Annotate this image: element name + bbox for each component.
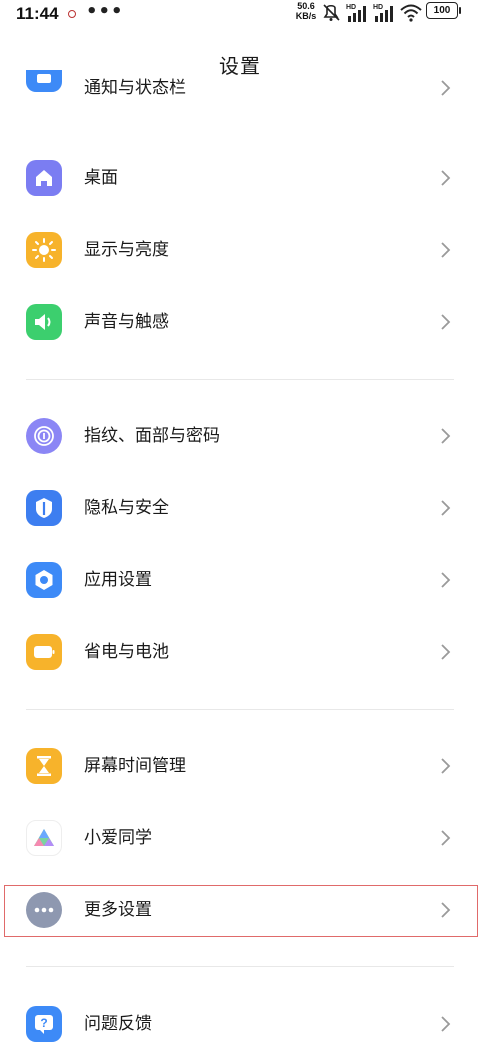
sun-icon [26, 232, 62, 268]
chevron-right-icon [441, 500, 451, 516]
settings-item-label: 桌面 [84, 168, 118, 188]
settings-item-label: 指纹、面部与密码 [84, 426, 220, 446]
status-time: 11:44 [16, 4, 59, 23]
chevron-right-icon [441, 242, 451, 258]
settings-item-label: 屏幕时间管理 [84, 756, 186, 776]
chevron-right-icon [441, 428, 451, 444]
hexagon-gear-icon [26, 562, 62, 598]
chevron-right-icon [441, 644, 451, 660]
settings-item-screen-time[interactable]: 屏幕时间管理 [0, 730, 480, 802]
chevron-right-icon [441, 830, 451, 846]
settings-item-label: 应用设置 [84, 570, 152, 590]
section-divider [26, 966, 454, 967]
settings-item-label: 省电与电池 [84, 642, 169, 662]
chevron-right-icon [441, 80, 451, 96]
settings-item-battery[interactable]: 省电与电池 [0, 616, 480, 688]
fingerprint-icon [26, 418, 62, 454]
svg-text:?: ? [40, 1016, 47, 1030]
speaker-icon [26, 304, 62, 340]
net-speed: 50.6 KB/s [294, 1, 318, 21]
battery-icon [26, 634, 62, 670]
settings-item-apps[interactable]: 应用设置 [0, 544, 480, 616]
chevron-right-icon [441, 758, 451, 774]
xiaoai-icon [26, 820, 62, 856]
settings-item-label: 问题反馈 [84, 1014, 152, 1034]
hourglass-icon [26, 748, 62, 784]
settings-item-notifications[interactable]: 通知与状态栏 [0, 70, 480, 142]
settings-item-privacy[interactable]: 隐私与安全 [0, 472, 480, 544]
question-icon: ? [26, 1006, 62, 1042]
wifi-icon [400, 4, 422, 22]
settings-item-display[interactable]: 显示与亮度 [0, 214, 480, 286]
battery-indicator: 100 [426, 2, 461, 19]
settings-item-label: 小爱同学 [84, 828, 152, 848]
highlight-box [4, 885, 478, 937]
chevron-right-icon [441, 572, 451, 588]
settings-item-fingerprint[interactable]: 指纹、面部与密码 [0, 400, 480, 472]
notification-icon [26, 70, 62, 92]
section-divider [26, 709, 454, 710]
signal-1-icon: HD [346, 4, 370, 22]
net-speed-value: 50.6 [297, 1, 315, 11]
section-divider [26, 379, 454, 380]
status-more-icon: ••• [86, 1, 124, 22]
status-bar: 11:44 ••• 50.6 KB/s HD HD 100 [0, 0, 480, 30]
home-icon [26, 160, 62, 196]
settings-item-sound[interactable]: 声音与触感 [0, 286, 480, 358]
mute-icon [323, 4, 340, 21]
shield-icon [26, 490, 62, 526]
settings-item-label: 显示与亮度 [84, 240, 169, 260]
settings-item-label: 通知与状态栏 [84, 78, 186, 98]
settings-item-label: 隐私与安全 [84, 498, 169, 518]
chevron-right-icon [441, 314, 451, 330]
notification-dot-icon [68, 10, 76, 18]
settings-item-xiaoai[interactable]: 小爱同学 [0, 802, 480, 874]
chevron-right-icon [441, 1016, 451, 1032]
settings-item-label: 声音与触感 [84, 312, 169, 332]
signal-2-icon: HD [373, 4, 397, 22]
chevron-right-icon [441, 170, 451, 186]
settings-item-feedback[interactable]: ? 问题反馈 [0, 988, 480, 1060]
net-speed-unit: KB/s [295, 11, 317, 21]
settings-item-desktop[interactable]: 桌面 [0, 142, 480, 214]
